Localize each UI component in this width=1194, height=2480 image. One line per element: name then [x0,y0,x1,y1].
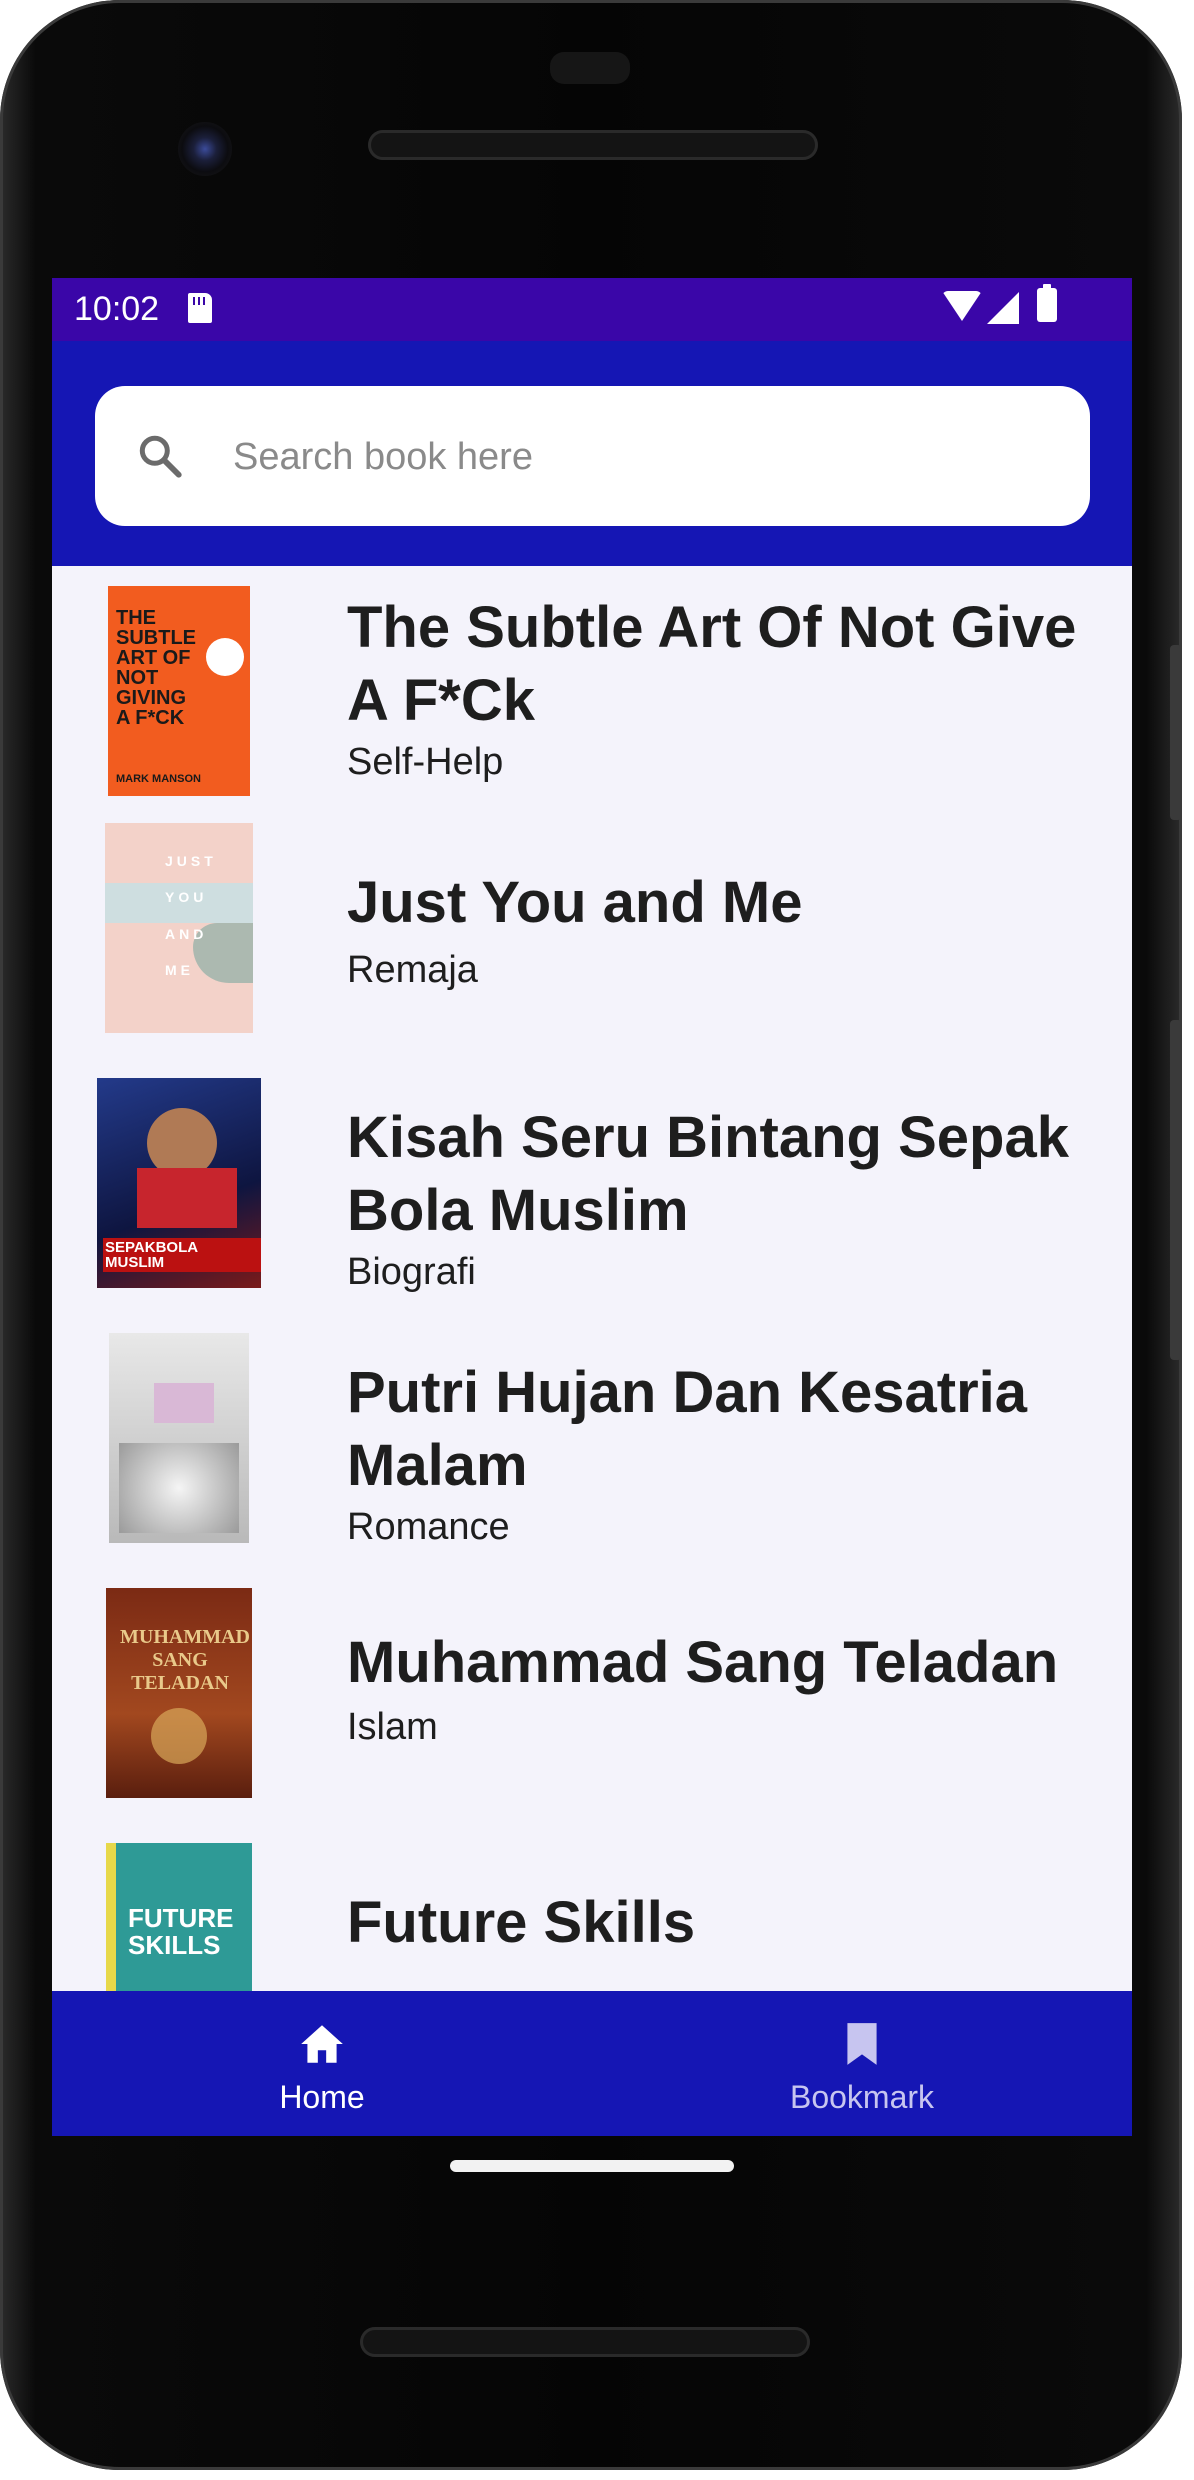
cover-stripe [106,1843,116,1996]
screen: 10:02 THE SUBTLE ART OF NOT GIVING A F*C… [52,278,1132,2136]
cover-title-text: JUST YOU AND ME [165,853,217,979]
nav-home[interactable]: Home [52,1991,592,2136]
nav-bookmark[interactable]: Bookmark [592,1991,1132,2136]
search-icon[interactable] [135,431,185,481]
book-category: Remaja [347,949,478,991]
book-list[interactable]: THE SUBTLE ART OF NOT GIVING A F*CK MARK… [52,566,1132,1996]
book-cover-image: FUTURE SKILLS [106,1843,252,1996]
phone-frame: 10:02 THE SUBTLE ART OF NOT GIVING A F*C… [0,0,1182,2470]
book-list-item[interactable]: FUTURE SKILLS Future Skills [52,1841,1132,1996]
cover-label-box [154,1383,214,1423]
cover-photo [137,1168,237,1228]
search-bar[interactable] [95,386,1090,526]
book-list-item[interactable]: Putri Hujan Dan Kesatria Malam Romance [52,1331,1132,1586]
book-category: Biografi [347,1251,476,1293]
cover-title-text: SEPAKBOLA MUSLIM [103,1238,261,1272]
book-category: Self-Help [347,741,504,783]
status-bar: 10:02 [52,278,1132,341]
book-list-item[interactable]: MUHAMMAD SANG TELADAN Muhammad Sang Tela… [52,1586,1132,1841]
nav-home-label: Home [279,2079,365,2115]
cover-photo [119,1443,239,1533]
cover-author-text: MARK MANSON [116,773,201,785]
cover-title-text: THE SUBTLE ART OF NOT GIVING A F*CK [116,607,196,729]
power-button [1170,645,1182,820]
book-title: Muhammad Sang Teladan [347,1630,1059,1695]
bookmark-icon [847,2023,877,2065]
gesture-home-pill[interactable] [450,2160,734,2172]
book-cover-image: SEPAKBOLA MUSLIM [97,1078,261,1288]
bottom-speaker-grille [360,2327,810,2357]
cover-title-text: MUHAMMAD SANG TELADAN [120,1626,250,1694]
book-cover-image: MUHAMMAD SANG TELADAN [106,1588,252,1798]
wifi-icon [942,291,982,321]
cover-calligraphy [151,1708,207,1764]
book-title: Putri Hujan Dan Kesatria Malam [347,1360,1028,1498]
book-list-item[interactable]: SEPAKBOLA MUSLIM Kisah Seru Bintang Sepa… [52,1076,1132,1331]
book-category: Islam [347,1706,438,1748]
book-cover-image [109,1333,249,1543]
book-title: Kisah Seru Bintang Sepak Bola Muslim [347,1105,1069,1243]
status-time: 10:02 [74,290,160,328]
search-input[interactable] [231,426,1035,488]
nav-bookmark-label: Bookmark [789,2079,935,2115]
bottom-navigation: Home Bookmark [52,1991,1132,2136]
cover-title-text: FUTURE SKILLS [128,1903,234,1961]
book-list-item[interactable]: THE SUBTLE ART OF NOT GIVING A F*CK MARK… [52,566,1132,821]
battery-icon [1037,284,1057,322]
cover-badge [206,638,244,676]
book-title: Just You and Me [347,870,803,935]
sd-card-icon [188,293,212,323]
book-cover-image: THE SUBTLE ART OF NOT GIVING A F*CK MARK… [108,586,250,796]
volume-button [1170,1020,1182,1360]
top-speaker-grille [368,130,818,160]
book-title: The Subtle Art Of Not Give A F*Ck [347,595,1077,733]
book-title: Future Skills [347,1890,696,1955]
app-bar [52,341,1132,566]
earpiece-slot [550,52,630,84]
book-list-item[interactable]: JUST YOU AND ME Just You and Me Remaja [52,821,1132,1076]
home-icon [301,2025,343,2063]
book-category: Romance [347,1506,510,1548]
cell-signal-icon [987,292,1019,324]
book-cover-image: JUST YOU AND ME [105,823,253,1033]
front-camera [178,122,232,176]
